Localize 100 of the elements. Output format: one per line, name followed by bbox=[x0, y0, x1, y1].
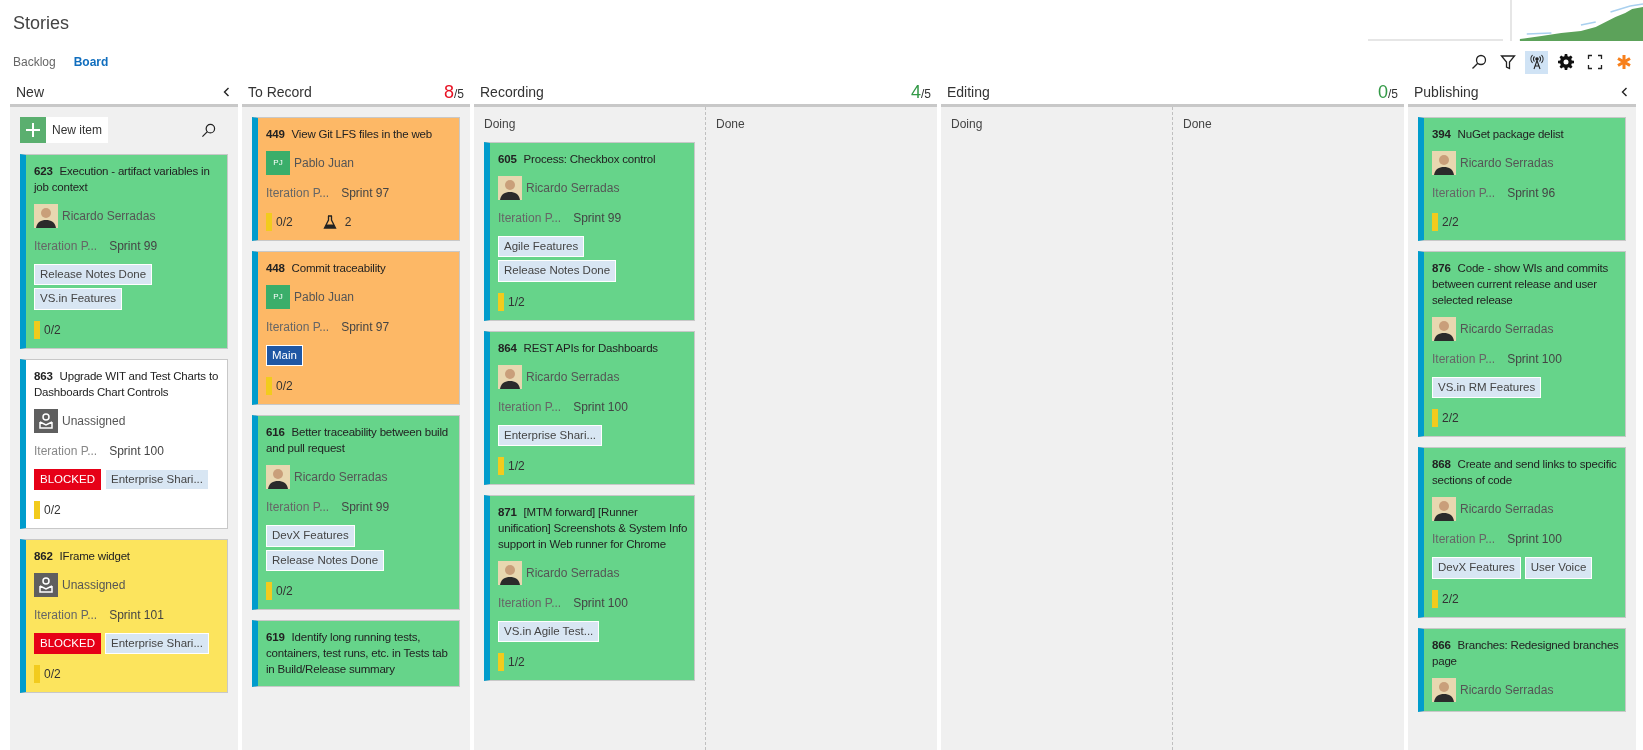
field-value: Sprint 100 bbox=[1507, 351, 1562, 368]
field-label: Iteration P... bbox=[266, 319, 330, 336]
person-avatar-icon bbox=[498, 364, 522, 389]
assignee-name: Ricardo Serradas bbox=[1460, 501, 1554, 519]
work-item-card[interactable]: 866 Branches: Redesigned branches page Ricardo Serradas bbox=[1418, 627, 1626, 712]
tag-label: VS.in Agile Test... bbox=[498, 620, 600, 642]
field-label: Iteration P... bbox=[34, 442, 98, 460]
field-label: Iteration P... bbox=[498, 210, 562, 227]
asterisk-icon bbox=[1615, 54, 1632, 70]
tag-label: VS.in RM Features bbox=[1432, 377, 1542, 399]
flask-icon bbox=[322, 215, 337, 229]
blocked-label: BLOCKED bbox=[34, 632, 101, 654]
field-value: Sprint 100 bbox=[573, 398, 628, 416]
card-title: 871 [MTM forward] [Runner unification] Screenshots & System Info support in Web runner for Chrome bbox=[498, 504, 689, 552]
task-count: 0/2 bbox=[276, 582, 293, 600]
card-title: 623 Execution - artifact variables in job context bbox=[34, 164, 211, 195]
assignee-name: Ricardo Serradas bbox=[526, 180, 620, 197]
assignee-name: Ricardo Serradas bbox=[1460, 681, 1554, 699]
person-avatar-icon bbox=[1432, 151, 1456, 175]
person-avatar-icon bbox=[266, 465, 290, 490]
tag-label: DevX Features bbox=[1432, 557, 1521, 579]
tag-label: Agile Features bbox=[498, 236, 585, 258]
field-label: Iteration P... bbox=[1432, 531, 1496, 549]
tag-label: Enterprise Shari... bbox=[104, 632, 209, 654]
tag-label: Main bbox=[266, 345, 303, 367]
field-label: Iteration P... bbox=[34, 238, 98, 255]
task-progress-bar bbox=[1432, 213, 1438, 231]
card-title: 868 Create and send links to specific sections of code bbox=[1432, 457, 1618, 489]
task-progress-bar bbox=[498, 653, 504, 671]
work-item-card[interactable]: 616 Better traceability between build and pull request Ricardo Serradas Iteration P... Sprint 99 DevX Features Release Notes Done 0/2 bbox=[252, 415, 460, 610]
collapse-chevron-icon[interactable] bbox=[1620, 87, 1630, 97]
filter-icon bbox=[1499, 54, 1516, 70]
work-item-card[interactable]: 619 Identify long running tests, containers, test runs, etc. in Tests tab in Build/Release summary bbox=[252, 619, 460, 687]
task-count: 0/2 bbox=[276, 214, 293, 231]
task-progress-bar bbox=[34, 500, 40, 519]
task-progress-bar bbox=[34, 665, 40, 683]
person-avatar-icon bbox=[34, 204, 58, 228]
field-value: Sprint 99 bbox=[109, 238, 158, 255]
work-item-card[interactable]: 864 REST APIs for Dashboards Ricardo Serradas Iteration P... Sprint 100 Enterprise Shari... 1/2 bbox=[484, 330, 695, 485]
task-count: 1/2 bbox=[508, 654, 525, 671]
task-progress-bar bbox=[1432, 409, 1438, 428]
card-title: 448 Commit traceability bbox=[266, 261, 387, 276]
person-avatar-icon bbox=[1432, 497, 1456, 522]
assignee-name: Ricardo Serradas bbox=[294, 469, 388, 487]
task-progress-bar bbox=[266, 213, 272, 231]
user-icon bbox=[34, 408, 58, 433]
card-title: 862 IFrame widget bbox=[34, 548, 131, 564]
wip-count: 8/5 bbox=[443, 80, 464, 104]
person-avatar-icon bbox=[498, 560, 522, 585]
view-tab[interactable]: Board bbox=[73, 53, 109, 71]
field-value: Sprint 100 bbox=[573, 594, 628, 612]
card-title: 876 Code - show WIs and commits between current release and user selected release bbox=[1432, 261, 1610, 308]
work-item-card[interactable]: 863 Upgrade WIT and Test Charts to Dashboards Chart Controls Unassigned Iteration P... Sprint 100 BLOCKED Enterprise Shari... 0/2 bbox=[20, 358, 228, 529]
fullscreen-icon bbox=[1586, 54, 1603, 70]
wip-count: 4/5 bbox=[910, 80, 931, 104]
subcolumn-title: Doing bbox=[484, 116, 517, 133]
assignee-name: Unassigned bbox=[62, 576, 126, 594]
column-title: Editing bbox=[947, 82, 990, 102]
field-value: Sprint 96 bbox=[1507, 185, 1556, 202]
task-progress-bar bbox=[34, 320, 40, 339]
view-tab[interactable]: Backlog bbox=[13, 53, 56, 71]
task-count: 0/2 bbox=[276, 378, 293, 396]
work-item-card[interactable]: 394 NuGet package delist Ricardo Serradas Iteration P... Sprint 96 2/2 bbox=[1418, 117, 1626, 241]
user-icon bbox=[34, 572, 58, 597]
tag-label: Release Notes Done bbox=[266, 549, 385, 571]
work-item-card[interactable]: 448 Commit traceability PJ Pablo Juan Iteration P... Sprint 97 Main 0/2 bbox=[252, 251, 460, 406]
field-value: Sprint 100 bbox=[109, 442, 164, 460]
task-count: 1/2 bbox=[508, 293, 525, 311]
field-value: Sprint 97 bbox=[341, 185, 390, 202]
new-item-button[interactable]: New item bbox=[20, 117, 108, 143]
work-item-card[interactable]: 871 [MTM forward] [Runner unification] Screenshots & System Info support in Web runner for Chrome Ricardo Serradas Iteration P... Sprint 100 VS.in Agile Test... 1/2 bbox=[484, 494, 695, 681]
work-item-card[interactable]: 876 Code - show WIs and commits between current release and user selected release Ricardo Serradas Iteration P... Sprint 100 VS.in RM Features 2/2 bbox=[1418, 251, 1626, 438]
task-progress-bar bbox=[266, 581, 272, 600]
work-item-card[interactable]: 623 Execution - artifact variables in job context Ricardo Serradas Iteration P... Sprint 99 Release Notes Done VS.in Features 0/2 bbox=[20, 154, 228, 349]
collapse-chevron-icon[interactable] bbox=[222, 87, 232, 97]
work-item-card[interactable]: 605 Process: Checkbox control Ricardo Serradas Iteration P... Sprint 99 Agile Features Release Notes Done 1/2 bbox=[484, 142, 695, 321]
blocked-label: BLOCKED bbox=[34, 468, 101, 490]
assignee-name: Ricardo Serradas bbox=[526, 368, 620, 386]
toolbar-button[interactable] bbox=[1525, 50, 1548, 74]
field-value: Sprint 101 bbox=[109, 606, 164, 624]
tag-label: Release Notes Done bbox=[498, 260, 617, 282]
field-value: Sprint 99 bbox=[341, 499, 390, 517]
card-title: 863 Upgrade WIT and Test Charts to Dashboards Chart Controls bbox=[34, 368, 220, 400]
cumulative-flow-chart[interactable] bbox=[1510, 0, 1643, 41]
wip-count: 0/5 bbox=[1377, 80, 1398, 104]
work-item-card[interactable]: 449 View Git LFS files in the web PJ Pablo Juan Iteration P... Sprint 97 0/2 2 bbox=[252, 117, 460, 241]
assignee-name: Unassigned bbox=[62, 412, 126, 430]
assignee-name: Ricardo Serradas bbox=[62, 208, 156, 225]
work-item-card[interactable]: 862 IFrame widget Unassigned Iteration P... Sprint 101 BLOCKED Enterprise Shari... 0/2 bbox=[20, 538, 228, 693]
field-label: Iteration P... bbox=[266, 499, 330, 517]
subcolumn-title: Doing bbox=[951, 116, 984, 133]
assignee-name: Pablo Juan bbox=[294, 155, 355, 172]
search-icon bbox=[1470, 54, 1487, 70]
search-icon[interactable] bbox=[201, 122, 216, 138]
card-title: 619 Identify long running tests, containers, test runs, etc. in Tests tab in Build/Release summary bbox=[266, 629, 449, 677]
initials-avatar: PJ bbox=[266, 285, 290, 309]
card-title: 449 View Git LFS files in the web bbox=[266, 127, 433, 142]
work-item-card[interactable]: 868 Create and send links to specific sections of code Ricardo Serradas Iteration P... Sprint 100 DevX Features User Voice 2/2 bbox=[1418, 447, 1626, 618]
field-value: Sprint 97 bbox=[341, 319, 390, 336]
page-title: Stories bbox=[13, 12, 70, 35]
